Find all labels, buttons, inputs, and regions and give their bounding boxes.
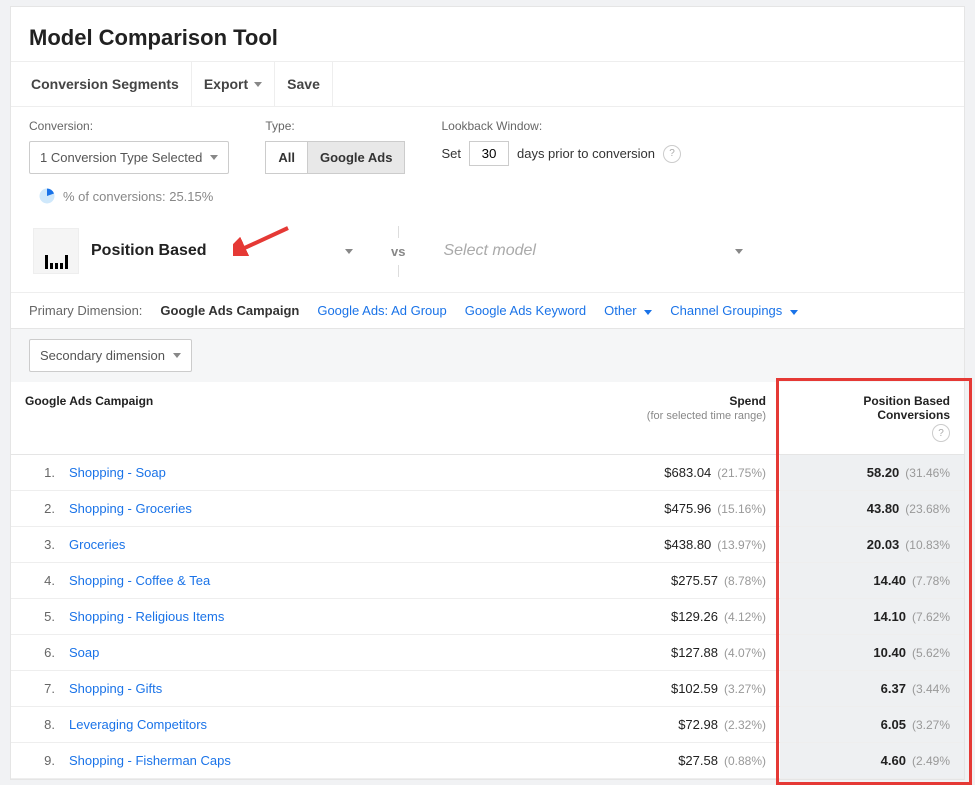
column-header-conversions[interactable]: Position Based Conversions ?	[780, 382, 964, 455]
header-text: Position Based Conversions	[863, 394, 950, 422]
table-row: 2. Shopping - Groceries $475.96(15.16%)43.…	[11, 491, 964, 527]
campaign-link[interactable]: Shopping - Soap	[69, 465, 166, 480]
pct-conversions-label: % of conversions: 25.15%	[63, 189, 213, 204]
conversions-cell: 6.37(3.44%	[780, 671, 964, 707]
model-a-select[interactable]: Position Based	[33, 228, 353, 274]
table-row: 1. Shopping - Soap $683.04(21.75%)58.20(31…	[11, 455, 964, 491]
table-row: 3. Groceries $438.80(13.97%)20.03(10.83%	[11, 527, 964, 563]
conversion-label: Conversion:	[29, 119, 229, 133]
campaign-link[interactable]: Shopping - Religious Items	[69, 609, 224, 624]
toolbar-label: Conversion Segments	[31, 62, 179, 106]
row-number: 7.	[11, 671, 55, 707]
table-header-row: Google Ads Campaign Spend (for selected …	[11, 382, 964, 455]
spend-cell: $27.58(0.88%)	[560, 743, 780, 779]
column-header-campaign[interactable]: Google Ads Campaign	[11, 382, 560, 455]
save-button[interactable]: Save	[275, 62, 333, 106]
spend-cell: $275.57(8.78%)	[560, 563, 780, 599]
help-icon[interactable]: ?	[663, 145, 681, 163]
toolbar-label: Save	[287, 62, 320, 106]
campaign-link[interactable]: Shopping - Fisherman Caps	[69, 753, 231, 768]
table-row: 5. Shopping - Religious Items $129.26(4.12…	[11, 599, 964, 635]
page-title: Model Comparison Tool	[29, 25, 946, 51]
spend-cell: $475.96(15.16%)	[560, 491, 780, 527]
campaign-link[interactable]: Shopping - Groceries	[69, 501, 192, 516]
campaign-link[interactable]: Shopping - Coffee & Tea	[69, 573, 210, 588]
row-number: 1.	[11, 455, 55, 491]
lookback-suffix-label: days prior to conversion	[517, 146, 655, 161]
data-table: Google Ads Campaign Spend (for selected …	[11, 382, 964, 779]
chevron-down-icon	[173, 353, 181, 358]
lookback-set-label: Set	[441, 146, 461, 161]
dimension-tab[interactable]: Google Ads: Ad Group	[317, 303, 446, 318]
annotation-arrow-icon	[233, 226, 293, 256]
column-header-spend[interactable]: Spend (for selected time range)	[560, 382, 780, 455]
conversions-cell: 14.10(7.62%	[780, 599, 964, 635]
header-text: Spend	[729, 394, 766, 408]
model-b-placeholder: Select model	[443, 242, 536, 260]
dimension-tab[interactable]: Other	[604, 303, 652, 318]
spend-cell: $129.26(4.12%)	[560, 599, 780, 635]
header-subtext: (for selected time range)	[574, 410, 766, 422]
chevron-down-icon	[735, 249, 743, 254]
campaign-link[interactable]: Groceries	[69, 537, 125, 552]
toolbar-label: Export	[204, 62, 248, 106]
model-a-name: Position Based	[91, 242, 207, 260]
spend-cell: $72.98(2.32%)	[560, 707, 780, 743]
chevron-down-icon	[210, 155, 218, 160]
pie-chart-icon	[39, 188, 55, 204]
help-icon[interactable]: ?	[932, 424, 950, 442]
spend-cell: $683.04(21.75%)	[560, 455, 780, 491]
row-number: 3.	[11, 527, 55, 563]
spend-cell: $127.88(4.07%)	[560, 635, 780, 671]
primary-dimension-label: Primary Dimension:	[29, 303, 142, 318]
row-number: 2.	[11, 491, 55, 527]
dimension-tab[interactable]: Channel Groupings	[670, 303, 798, 318]
conversions-cell: 4.60(2.49%	[780, 743, 964, 779]
spend-cell: $102.59(3.27%)	[560, 671, 780, 707]
campaign-link[interactable]: Leveraging Competitors	[69, 717, 207, 732]
conversion-type-select[interactable]: 1 Conversion Type Selected	[29, 141, 229, 174]
type-label: Type:	[265, 119, 405, 133]
position-based-icon	[33, 228, 79, 274]
spend-cell: $438.80(13.97%)	[560, 527, 780, 563]
row-number: 5.	[11, 599, 55, 635]
table-row: 9. Shopping - Fisherman Caps $27.58(0.88%)…	[11, 743, 964, 779]
chevron-down-icon	[254, 82, 262, 87]
select-value: 1 Conversion Type Selected	[40, 150, 202, 165]
campaign-link[interactable]: Shopping - Gifts	[69, 681, 162, 696]
campaign-link[interactable]: Soap	[69, 645, 99, 660]
vs-separator: vs	[373, 244, 423, 259]
row-number: 4.	[11, 563, 55, 599]
dimension-tab[interactable]: Google Ads Campaign	[160, 303, 299, 318]
toolbar: Conversion Segments Export Save	[11, 61, 964, 106]
conversions-cell: 10.40(5.62%	[780, 635, 964, 671]
lookback-label: Lookback Window:	[441, 119, 681, 133]
dimension-tab-label: Other	[604, 303, 637, 318]
type-all-toggle[interactable]: All	[265, 141, 308, 174]
type-google-ads-toggle[interactable]: Google Ads	[308, 141, 405, 174]
table-row: 6. Soap $127.88(4.07%)10.40(5.62%	[11, 635, 964, 671]
conversions-cell: 43.80(23.68%	[780, 491, 964, 527]
dimension-tab-label: Channel Groupings	[670, 303, 782, 318]
dimension-tab[interactable]: Google Ads Keyword	[465, 303, 586, 318]
lookback-days-input[interactable]	[469, 141, 509, 166]
chevron-down-icon	[644, 310, 652, 315]
row-number: 8.	[11, 707, 55, 743]
conversions-cell: 14.40(7.78%	[780, 563, 964, 599]
table-row: 8. Leveraging Competitors $72.98(2.32%)6.0…	[11, 707, 964, 743]
secondary-dimension-select[interactable]: Secondary dimension	[29, 339, 192, 372]
select-value: Secondary dimension	[40, 348, 165, 363]
chevron-down-icon	[345, 249, 353, 254]
table-row: 7. Shopping - Gifts $102.59(3.27%)6.37(3.4…	[11, 671, 964, 707]
conversion-segments-button[interactable]: Conversion Segments	[19, 62, 192, 106]
row-number: 6.	[11, 635, 55, 671]
conversions-cell: 20.03(10.83%	[780, 527, 964, 563]
conversions-cell: 6.05(3.27%	[780, 707, 964, 743]
model-b-select[interactable]: Select model	[443, 242, 743, 260]
chevron-down-icon	[790, 310, 798, 315]
row-number: 9.	[11, 743, 55, 779]
table-row: 4. Shopping - Coffee & Tea $275.57(8.78%)1…	[11, 563, 964, 599]
export-button[interactable]: Export	[192, 62, 275, 106]
conversions-cell: 58.20(31.46%	[780, 455, 964, 491]
